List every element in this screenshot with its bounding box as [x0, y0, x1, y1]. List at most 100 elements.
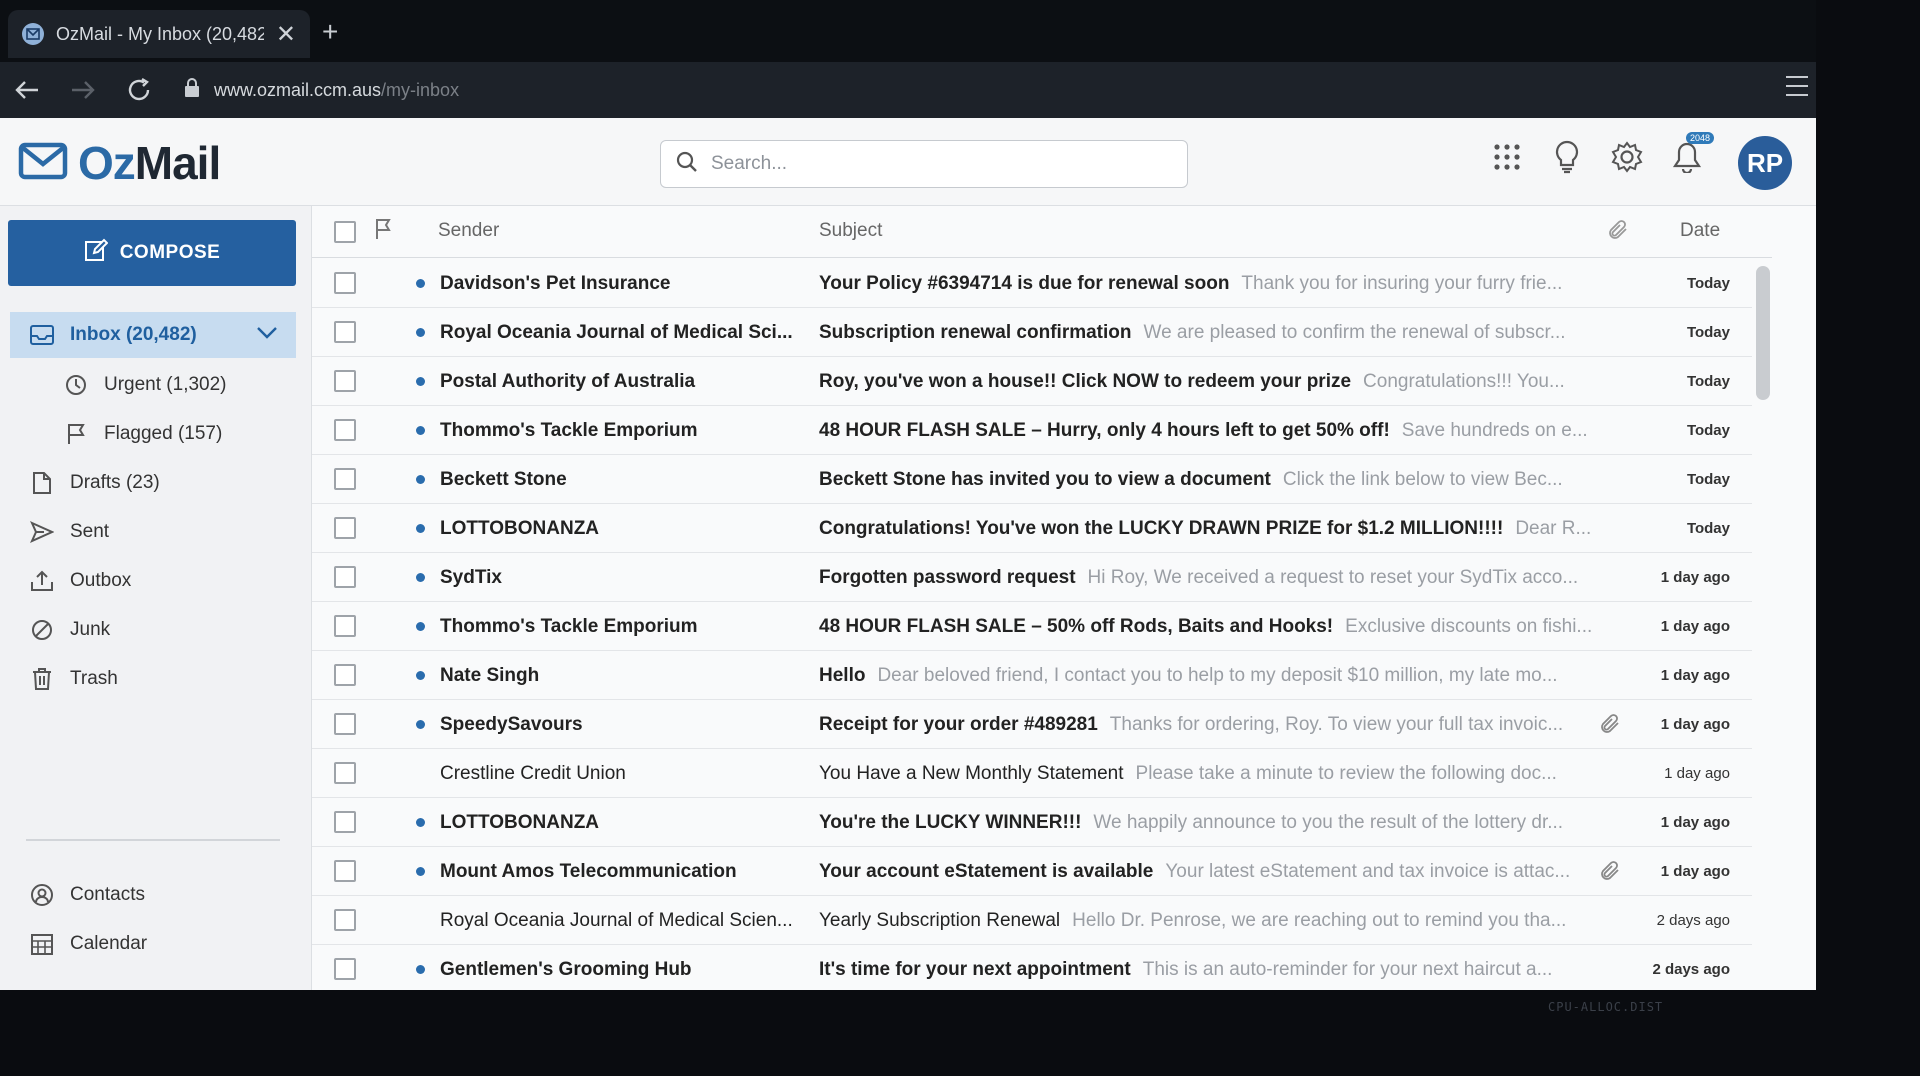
message-checkbox[interactable]	[334, 713, 356, 735]
lightbulb-icon[interactable]	[1550, 140, 1584, 174]
message-row[interactable]: Thommo's Tackle Emporium 48 HOUR FLASH SA…	[312, 602, 1752, 651]
screen-bezel-right	[1816, 0, 1920, 1076]
column-sender[interactable]: Sender	[438, 220, 499, 242]
attachment-column-icon[interactable]	[1606, 218, 1630, 248]
address-bar[interactable]: www.ozmail.ccm.aus/my-inbox	[184, 70, 1764, 110]
unread-dot-icon	[416, 279, 425, 288]
message-preview: Congratulations!!! You...	[1363, 371, 1565, 392]
message-row[interactable]: SydTix Forgotten password request Hi Roy, …	[312, 553, 1752, 602]
message-row[interactable]: LOTTOBONANZA You're the LUCKY WINNER!!! We…	[312, 798, 1752, 847]
scrollbar-thumb[interactable]	[1756, 266, 1770, 400]
message-row[interactable]: Nate Singh Hello Dear beloved friend, I co…	[312, 651, 1752, 700]
message-sender: LOTTOBONANZA	[440, 812, 600, 833]
message-preview: We are pleased to confirm the renewal of…	[1143, 322, 1566, 343]
compose-button[interactable]: COMPOSE	[8, 220, 296, 286]
sidebar-item-flagged[interactable]: Flagged (157)	[10, 411, 296, 457]
column-date[interactable]: Date	[1680, 220, 1720, 242]
sidebar-item-trash[interactable]: Trash	[10, 656, 296, 702]
message-sender: LOTTOBONANZA	[440, 518, 600, 539]
message-subject: Subscription renewal confirmation	[819, 322, 1132, 343]
message-checkbox[interactable]	[334, 321, 356, 343]
message-row[interactable]: Royal Oceania Journal of Medical Sci... S…	[312, 308, 1752, 357]
lock-icon	[184, 77, 200, 103]
chevron-down-icon[interactable]	[256, 324, 278, 346]
sidebar-item-contacts[interactable]: Contacts	[10, 872, 296, 918]
settings-gear-icon[interactable]	[1610, 140, 1644, 174]
message-date: 1 day ago	[1660, 863, 1730, 880]
forward-arrow-icon[interactable]	[68, 75, 98, 105]
message-checkbox[interactable]	[334, 909, 356, 931]
message-row[interactable]: LOTTOBONANZA Congratulations! You've won …	[312, 504, 1752, 553]
message-row[interactable]: Beckett Stone Beckett Stone has invited y…	[312, 455, 1752, 504]
message-subject: Roy, you've won a house!! Click NOW to r…	[819, 371, 1352, 392]
message-checkbox[interactable]	[334, 860, 356, 882]
message-row[interactable]: Crestline Credit Union You Have a New Mon…	[312, 749, 1752, 798]
inbox-icon	[30, 323, 54, 347]
message-subject: You Have a New Monthly Statement	[819, 763, 1124, 784]
message-checkbox[interactable]	[334, 958, 356, 980]
message-checkbox[interactable]	[334, 370, 356, 392]
message-row[interactable]: SpeedySavours Receipt for your order #489…	[312, 700, 1752, 749]
ozmail-logo[interactable]: OzMail	[18, 136, 221, 190]
clock-icon	[64, 373, 88, 397]
message-sender: Nate Singh	[440, 665, 540, 686]
notifications-bell-icon[interactable]: 2048	[1670, 132, 1714, 174]
header-actions: 2048	[1490, 132, 1714, 174]
message-row[interactable]: Mount Amos Telecommunication Your account…	[312, 847, 1752, 896]
unread-dot-icon	[416, 867, 425, 876]
message-row[interactable]: Gentlemen's Grooming Hub It's time for yo…	[312, 945, 1752, 990]
message-date: 1 day ago	[1660, 618, 1730, 635]
reload-icon[interactable]	[124, 75, 154, 105]
message-checkbox[interactable]	[334, 566, 356, 588]
hamburger-menu-icon[interactable]	[1786, 76, 1808, 96]
message-checkbox[interactable]	[334, 419, 356, 441]
message-checkbox[interactable]	[334, 762, 356, 784]
message-preview: Dear beloved friend, I contact you to he…	[877, 665, 1558, 686]
message-checkbox[interactable]	[334, 664, 356, 686]
message-checkbox[interactable]	[334, 468, 356, 490]
select-all-checkbox[interactable]	[334, 221, 356, 243]
message-subject-line: Hello Dear beloved friend, I contact you …	[819, 665, 1619, 687]
message-row[interactable]: Postal Authority of Australia Roy, you've…	[312, 357, 1752, 406]
message-date: 1 day ago	[1660, 667, 1730, 684]
unread-dot-icon	[416, 328, 425, 337]
sidebar-item-inbox[interactable]: Inbox (20,482)	[10, 312, 296, 358]
message-subject: Your Policy #6394714 is due for renewal …	[819, 273, 1230, 294]
message-preview: Hello Dr. Penrose, we are reaching out t…	[1072, 910, 1567, 931]
apps-grid-icon[interactable]	[1490, 140, 1524, 174]
message-row[interactable]: Royal Oceania Journal of Medical Scien..…	[312, 896, 1752, 945]
sidebar-item-urgent[interactable]: Urgent (1,302)	[10, 362, 296, 408]
message-checkbox[interactable]	[334, 811, 356, 833]
sidebar-item-sent[interactable]: Sent	[10, 509, 296, 555]
bezel-text: CPU-ALLOC.DIST	[1548, 1000, 1664, 1014]
flag-column-icon[interactable]	[374, 218, 392, 246]
compose-pencil-icon	[84, 238, 109, 268]
sidebar-divider	[26, 839, 280, 841]
notification-badge: 2048	[1685, 132, 1714, 144]
flag-icon	[64, 422, 88, 446]
sidebar-item-label: Outbox	[70, 570, 132, 591]
sidebar-item-junk[interactable]: Junk	[10, 607, 296, 653]
search-input[interactable]	[711, 153, 1173, 175]
search-box[interactable]	[660, 140, 1188, 188]
message-row[interactable]: Thommo's Tackle Emporium 48 HOUR FLASH SA…	[312, 406, 1752, 455]
column-subject[interactable]: Subject	[819, 220, 882, 242]
message-subject-line: Receipt for your order #489281 Thanks for…	[819, 714, 1619, 736]
message-subject-line: Congratulations! You've won the LUCKY DR…	[819, 518, 1619, 540]
new-tab-button[interactable]: +	[322, 16, 338, 48]
sidebar-item-drafts[interactable]: Drafts (23)	[10, 460, 296, 506]
app-header: OzMail 2048	[0, 118, 1816, 206]
browser-tab[interactable]: OzMail - My Inbox (20,482) ✕	[8, 10, 310, 58]
tab-close-icon[interactable]: ✕	[276, 20, 296, 49]
unread-dot-icon	[416, 475, 425, 484]
message-checkbox[interactable]	[334, 517, 356, 539]
message-checkbox[interactable]	[334, 272, 356, 294]
sidebar-item-calendar[interactable]: Calendar	[10, 921, 296, 967]
sidebar-item-label: Junk	[70, 619, 111, 640]
user-avatar[interactable]: RP	[1738, 136, 1792, 190]
message-checkbox[interactable]	[334, 615, 356, 637]
back-arrow-icon[interactable]	[12, 75, 42, 105]
message-row[interactable]: Davidson's Pet Insurance Your Policy #639…	[312, 259, 1752, 308]
message-sender: SpeedySavours	[440, 714, 583, 735]
sidebar-item-outbox[interactable]: Outbox	[10, 558, 296, 604]
